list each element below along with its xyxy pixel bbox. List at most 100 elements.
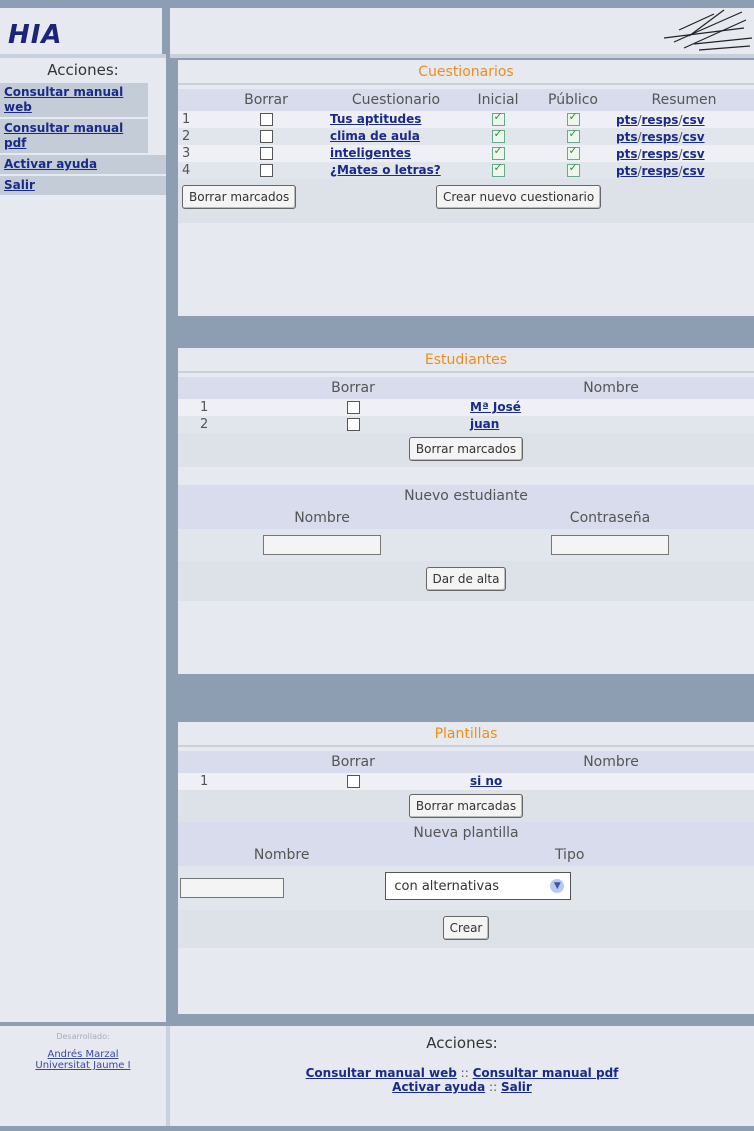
footer-manual-pdf-link[interactable]: Consultar manual pdf: [473, 1066, 619, 1080]
publico-checkbox[interactable]: [566, 144, 580, 160]
manual-web-link[interactable]: Consultar manual web: [4, 85, 123, 114]
sidebar-item-manual-pdf: Consultar manual pdf: [0, 119, 148, 155]
app-logo: HIA: [8, 20, 63, 50]
table-header: Borrar Nombre: [178, 377, 754, 399]
pts-link[interactable]: pts: [616, 113, 637, 127]
cuestionarios-actions: Borrar marcados Crear nuevo cuestionario: [178, 179, 754, 223]
cuestionario-link[interactable]: clima de aula: [330, 129, 420, 143]
footer-actions-title: Acciones:: [426, 1034, 498, 1052]
inicial-checkbox[interactable]: [491, 144, 505, 160]
inicial-checkbox[interactable]: [491, 127, 505, 143]
estudiantes-title: Estudiantes: [178, 348, 754, 373]
pts-link[interactable]: pts: [616, 130, 637, 144]
col-resumen: Resumen: [614, 89, 754, 111]
footer-salir-link[interactable]: Salir: [501, 1080, 532, 1094]
manual-pdf-link[interactable]: Consultar manual pdf: [4, 121, 123, 150]
table-header: Borrar Cuestionario Inicial Público Resu…: [178, 89, 754, 111]
author-link[interactable]: Andrés Marzal: [48, 1049, 119, 1060]
pts-link[interactable]: pts: [616, 164, 637, 178]
borrar-checkbox[interactable]: [259, 113, 273, 126]
estudiantes-table: Borrar Nombre 1 Mª José 2 juan: [178, 377, 754, 433]
logo-cell: HIA: [0, 8, 166, 54]
estudiante-link[interactable]: Mª José: [470, 400, 521, 414]
borrar-plantillas-button[interactable]: Borrar marcadas: [408, 794, 524, 818]
cuestionarios-panel: Cuestionarios Borrar Cuestionario Inicia…: [178, 60, 754, 316]
estudiantes-delete-row: Borrar marcados: [178, 433, 754, 467]
nueva-plantilla-form: Nueva plantilla Nombre Tipo con alternat…: [178, 822, 754, 910]
resps-link[interactable]: resps: [642, 130, 679, 144]
resps-link[interactable]: resps: [642, 164, 679, 178]
header-banner: [170, 8, 754, 54]
table-row: 1 Mª José: [178, 399, 754, 416]
borrar-checkbox[interactable]: [346, 401, 360, 414]
borrar-marcados-button[interactable]: Borrar marcados: [182, 185, 297, 209]
sidebar-title: Acciones:: [47, 61, 119, 79]
footer-separator: ::: [489, 1080, 498, 1094]
alta-row: Dar de alta: [178, 561, 754, 601]
cuestionario-link[interactable]: ¿Mates o letras?: [330, 163, 441, 177]
contrasena-label: Contraseña: [466, 507, 754, 529]
estudiantes-panel: Estudiantes Borrar Nombre 1 Mª José 2 ju…: [178, 348, 754, 674]
dar-de-alta-button[interactable]: Dar de alta: [425, 567, 507, 591]
col-borrar: Borrar: [238, 751, 468, 773]
footer-actions: Acciones: Consultar manual web :: Consul…: [170, 1026, 754, 1126]
tipo-select[interactable]: con alternativas ▼: [385, 872, 572, 900]
resps-link[interactable]: resps: [642, 113, 679, 127]
crear-cuestionario-button[interactable]: Crear nuevo cuestionario: [436, 185, 602, 209]
row-number: 1: [178, 111, 204, 128]
publico-checkbox[interactable]: [566, 127, 580, 143]
activar-ayuda-link[interactable]: Activar ayuda: [4, 157, 97, 171]
borrar-checkbox[interactable]: [259, 164, 273, 177]
starburst-decoration-icon: [663, 9, 753, 51]
table-row: 2 clima de aula pts/resps/csv: [178, 127, 754, 145]
contrasena-input[interactable]: [551, 535, 669, 555]
footer-manual-web-link[interactable]: Consultar manual web: [306, 1066, 457, 1080]
publico-checkbox[interactable]: [566, 161, 580, 177]
borrar-checkbox[interactable]: [346, 775, 360, 788]
table-row: 2 juan: [178, 416, 754, 433]
footer-ayuda-link[interactable]: Activar ayuda: [392, 1080, 485, 1094]
csv-link[interactable]: csv: [683, 164, 705, 178]
nombre-input[interactable]: [263, 535, 381, 555]
borrar-checkbox[interactable]: [259, 130, 273, 143]
estudiante-link[interactable]: juan: [470, 417, 499, 431]
borrar-checkbox[interactable]: [259, 147, 273, 160]
main-content: Cuestionarios Borrar Cuestionario Inicia…: [170, 58, 754, 1022]
inicial-checkbox[interactable]: [491, 161, 505, 177]
credit-label: Desarrollado:: [56, 1032, 110, 1041]
table-row: 1 si no: [178, 773, 754, 790]
sidebar-item-ayuda: Activar ayuda: [0, 155, 166, 176]
plantillas-panel: Plantillas Borrar Nombre 1 si no Borrar …: [178, 722, 754, 1014]
col-nombre: Nombre: [468, 751, 754, 773]
pts-link[interactable]: pts: [616, 147, 637, 161]
cuestionario-link[interactable]: inteligentes: [330, 146, 411, 160]
row-number: 3: [178, 145, 204, 162]
table-header: Borrar Nombre: [178, 751, 754, 773]
row-number: 1: [178, 399, 238, 416]
nuevo-estudiante-form: Nuevo estudiante Nombre Contraseña: [178, 485, 754, 561]
salir-link[interactable]: Salir: [4, 178, 35, 192]
plantilla-nombre-input[interactable]: [180, 878, 284, 898]
publico-checkbox[interactable]: [566, 110, 580, 126]
nuevo-estudiante-title: Nuevo estudiante: [178, 485, 754, 507]
crear-plantilla-button[interactable]: Crear: [442, 916, 490, 940]
sidebar: Acciones: Consultar manual web Consultar…: [0, 58, 166, 1022]
inicial-checkbox[interactable]: [491, 110, 505, 126]
resps-link[interactable]: resps: [642, 147, 679, 161]
borrar-checkbox[interactable]: [346, 418, 360, 431]
plantilla-nombre-label: Nombre: [178, 844, 386, 866]
institution-link[interactable]: Universitat Jaume I: [35, 1060, 130, 1071]
spacer: [178, 467, 754, 485]
csv-link[interactable]: csv: [683, 113, 705, 127]
chevron-down-icon: ▼: [550, 879, 565, 893]
csv-link[interactable]: csv: [683, 147, 705, 161]
bottom-border: [0, 1126, 754, 1131]
col-nombre: Nombre: [468, 377, 754, 399]
cuestionario-link[interactable]: Tus aptitudes: [330, 112, 421, 126]
row-number: 2: [178, 416, 238, 433]
plantilla-link[interactable]: si no: [470, 774, 502, 788]
csv-link[interactable]: csv: [683, 130, 705, 144]
borrar-estudiantes-button[interactable]: Borrar marcados: [408, 437, 524, 461]
plantillas-table: Borrar Nombre 1 si no: [178, 751, 754, 790]
cuestionarios-title: Cuestionarios: [178, 60, 754, 85]
